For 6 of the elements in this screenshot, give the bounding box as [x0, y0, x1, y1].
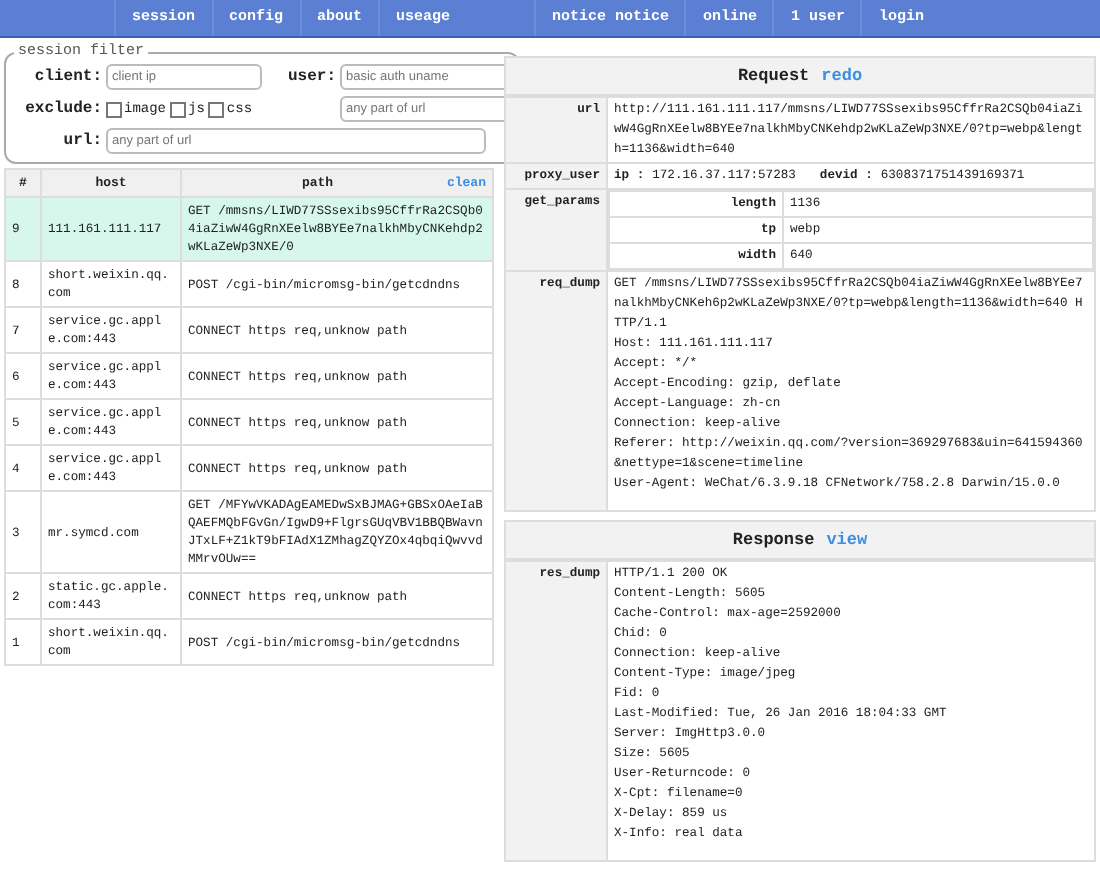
field-label: user:	[285, 68, 336, 86]
panel-title: Response	[732, 530, 815, 550]
field-label: url:	[61, 132, 102, 150]
panel-title: Request	[737, 66, 810, 86]
field-label: exclude:	[23, 100, 102, 118]
field-label: client:	[32, 68, 102, 86]
